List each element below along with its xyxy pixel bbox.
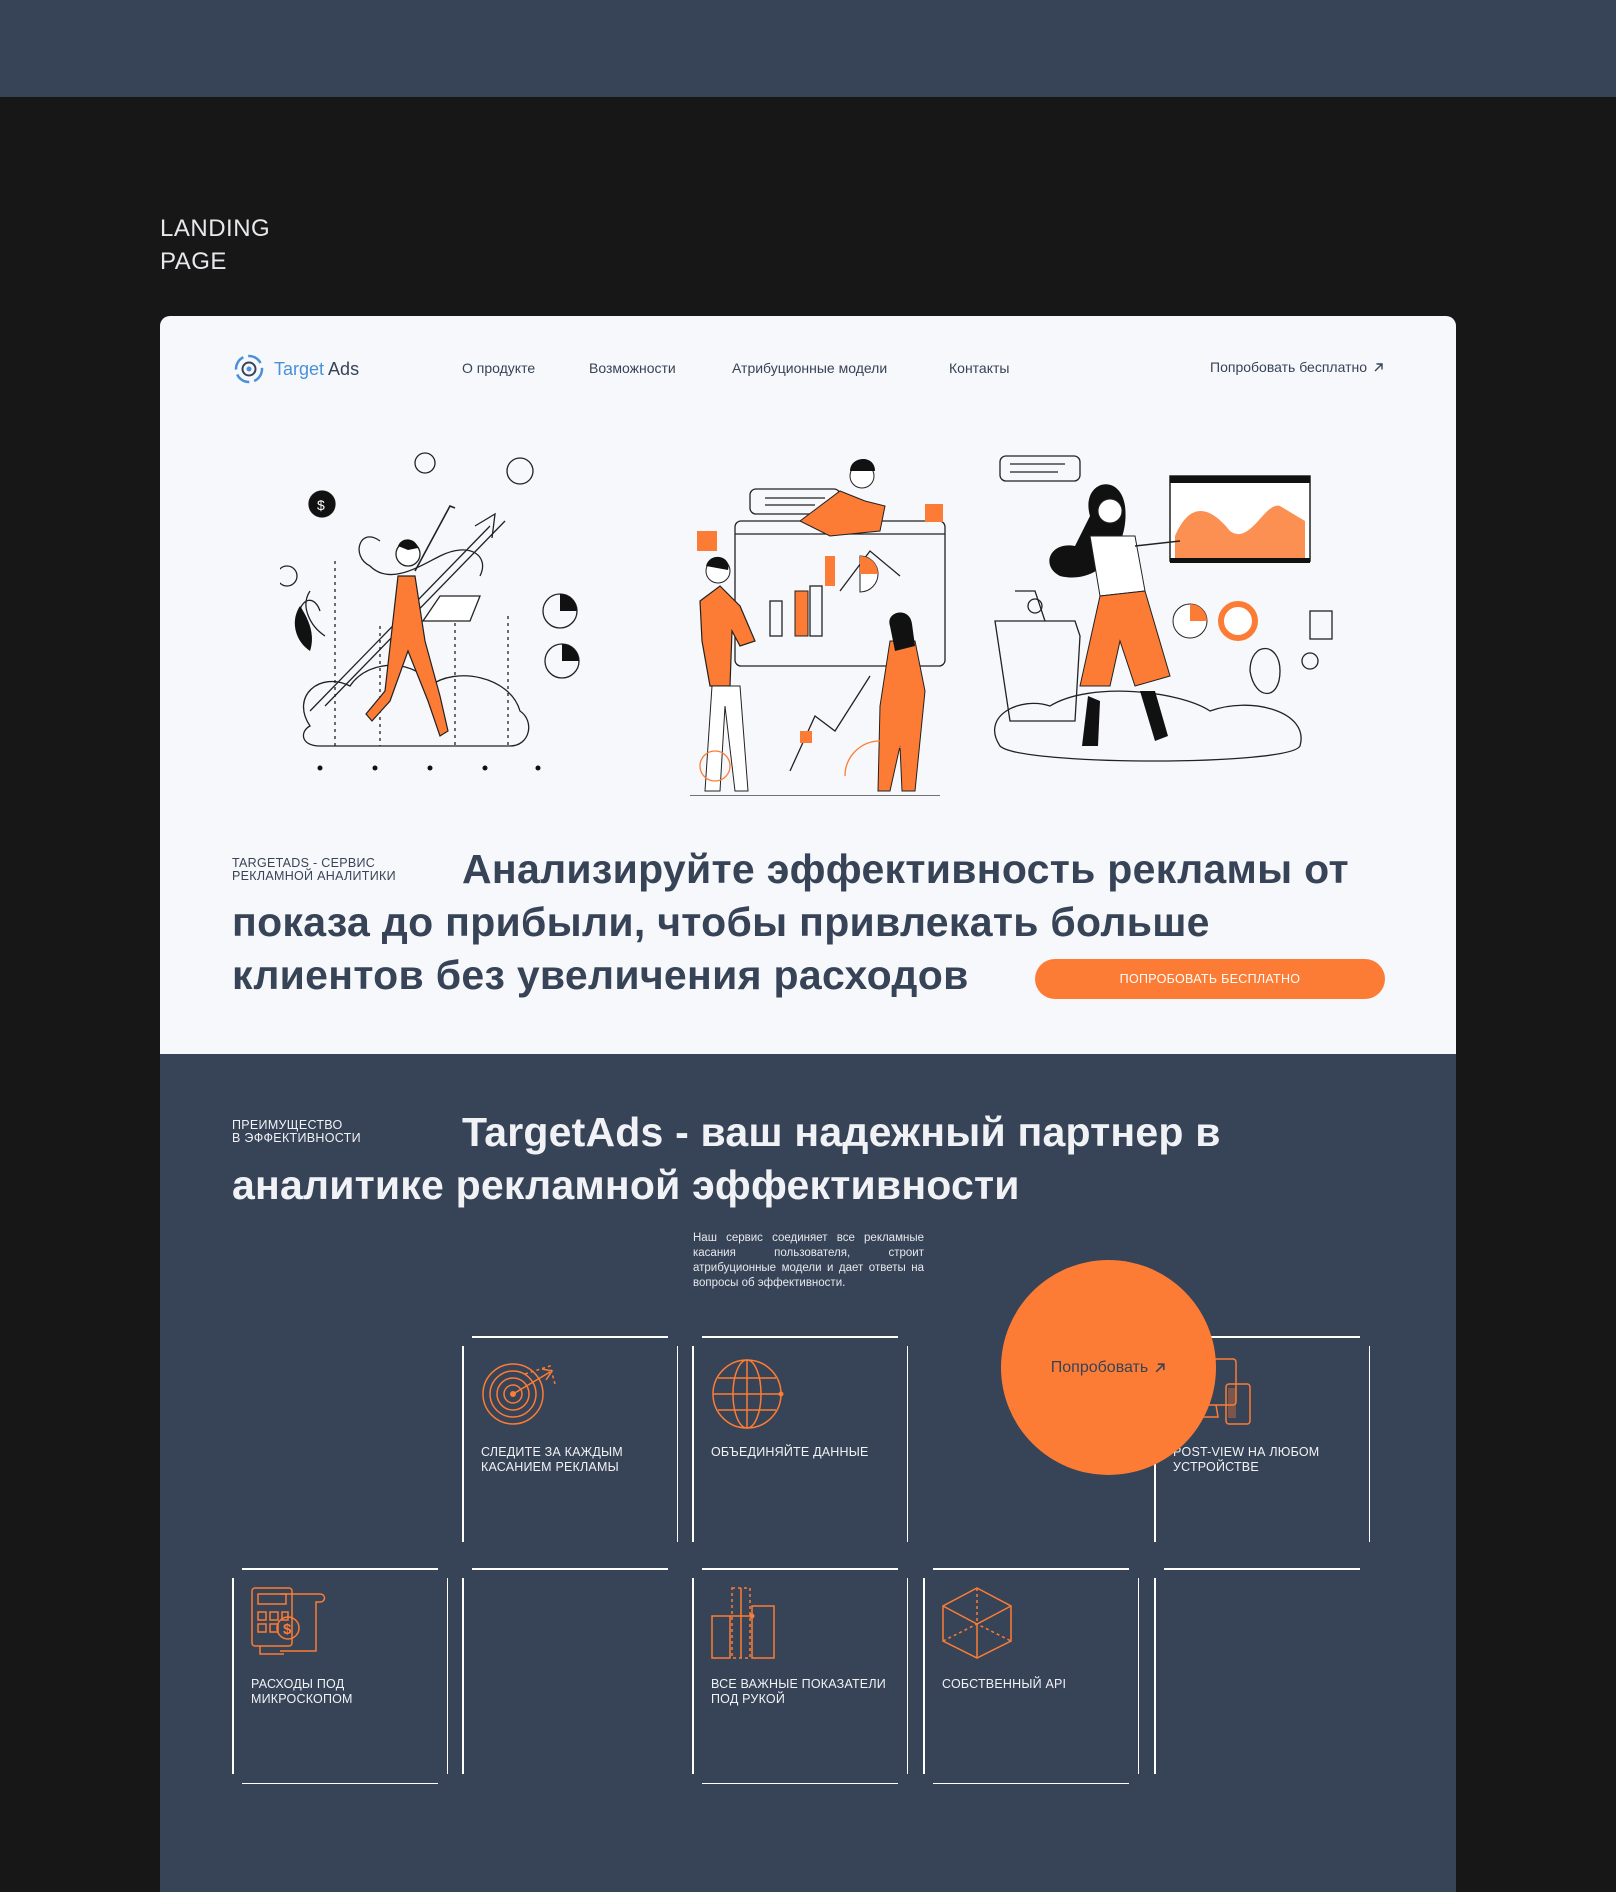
cube-icon [942,1587,1012,1659]
caption-line: PAGE [160,248,227,275]
grid-cell-cta [1154,1568,1370,1784]
try-circle-button[interactable]: Попробовать [1001,1260,1216,1475]
arrow-up-right-icon [1374,362,1383,371]
feature-label: СЛЕДИТЕ ЗА КАЖДЫМ КАСАНИЕМ РЕКЛАМЫ [481,1445,623,1474]
feature-card-merge-data: ОБЪЕДИНЯЙТЕ ДАННЫЕ [692,1336,908,1552]
grid-cell-empty [462,1568,678,1784]
nav-link-attribution[interactable]: Атрибуционные модели [732,360,887,376]
logo[interactable]: Target Ads [232,352,359,386]
feature-label: ВСЕ ВАЖНЫЕ ПОКАЗАТЕЛИ ПОД РУКОЙ [711,1677,886,1706]
landing-frame: Target Ads О продукте Возможности Атрибу… [160,316,1456,1892]
top-band [0,0,1616,97]
bar-chart-icon [711,1587,775,1659]
growth-illustration: $ [280,452,580,771]
logo-text-target: Target [274,358,325,379]
try-free-label: Попробовать бесплатно [1210,359,1367,375]
feature-card-costs: $ РАСХОДЫ ПОД МИКРОСКОПОМ [232,1568,448,1784]
try-free-button[interactable]: ПОПРОБОВАТЬ БЕСПЛАТНО [1035,959,1385,999]
feature-label: СОБСТВЕННЫЙ API [942,1677,1067,1691]
target-icon [482,1363,556,1425]
logo-text: Target Ads [274,359,359,380]
feature-label: POST-VIEW НА ЛЮБОМ УСТРОЙСТВЕ [1173,1445,1320,1474]
try-free-link[interactable]: Попробовать бесплатно [1210,359,1384,375]
caption-line: LANDING [160,215,271,242]
svg-text:$: $ [283,1621,292,1638]
feature-card-tracking: СЛЕДИТЕ ЗА КАЖДЫМ КАСАНИЕМ РЕКЛАМЫ [462,1336,678,1552]
feature-card-metrics: ВСЕ ВАЖНЫЕ ПОКАЗАТЕЛИ ПОД РУКОЙ [692,1568,908,1784]
feature-card-api: СОБСТВЕННЫЙ API [923,1568,1139,1784]
nav-link-features[interactable]: Возможности [589,360,676,376]
feature-label: РАСХОДЫ ПОД МИКРОСКОПОМ [251,1677,353,1706]
feature-label: ОБЪЕДИНЯЙТЕ ДАННЫЕ [711,1445,869,1459]
nav-link-about[interactable]: О продукте [462,360,535,376]
team-dashboard-illustration [690,458,946,796]
calculator-receipt-icon: $ [251,1587,326,1655]
arrow-up-right-icon [1155,1362,1165,1372]
svg-text:$: $ [317,497,325,513]
hero-section: Target Ads О продукте Возможности Атрибу… [160,316,1456,1054]
try-circle-label: Попробовать [1050,1358,1149,1376]
nav-link-contacts[interactable]: Контакты [949,360,1009,376]
globe-icon [712,1359,784,1429]
section-caption: LANDING PAGE [160,212,270,278]
advantages-description: Наш сервис соединяет все рекламные касан… [693,1232,924,1289]
logo-text-ads: Ads [328,358,360,379]
logo-icon [234,354,264,384]
presentation-illustration [993,455,1333,762]
advantages-title: TargetAds - ваш надежный партнер в анали… [232,1109,1221,1208]
